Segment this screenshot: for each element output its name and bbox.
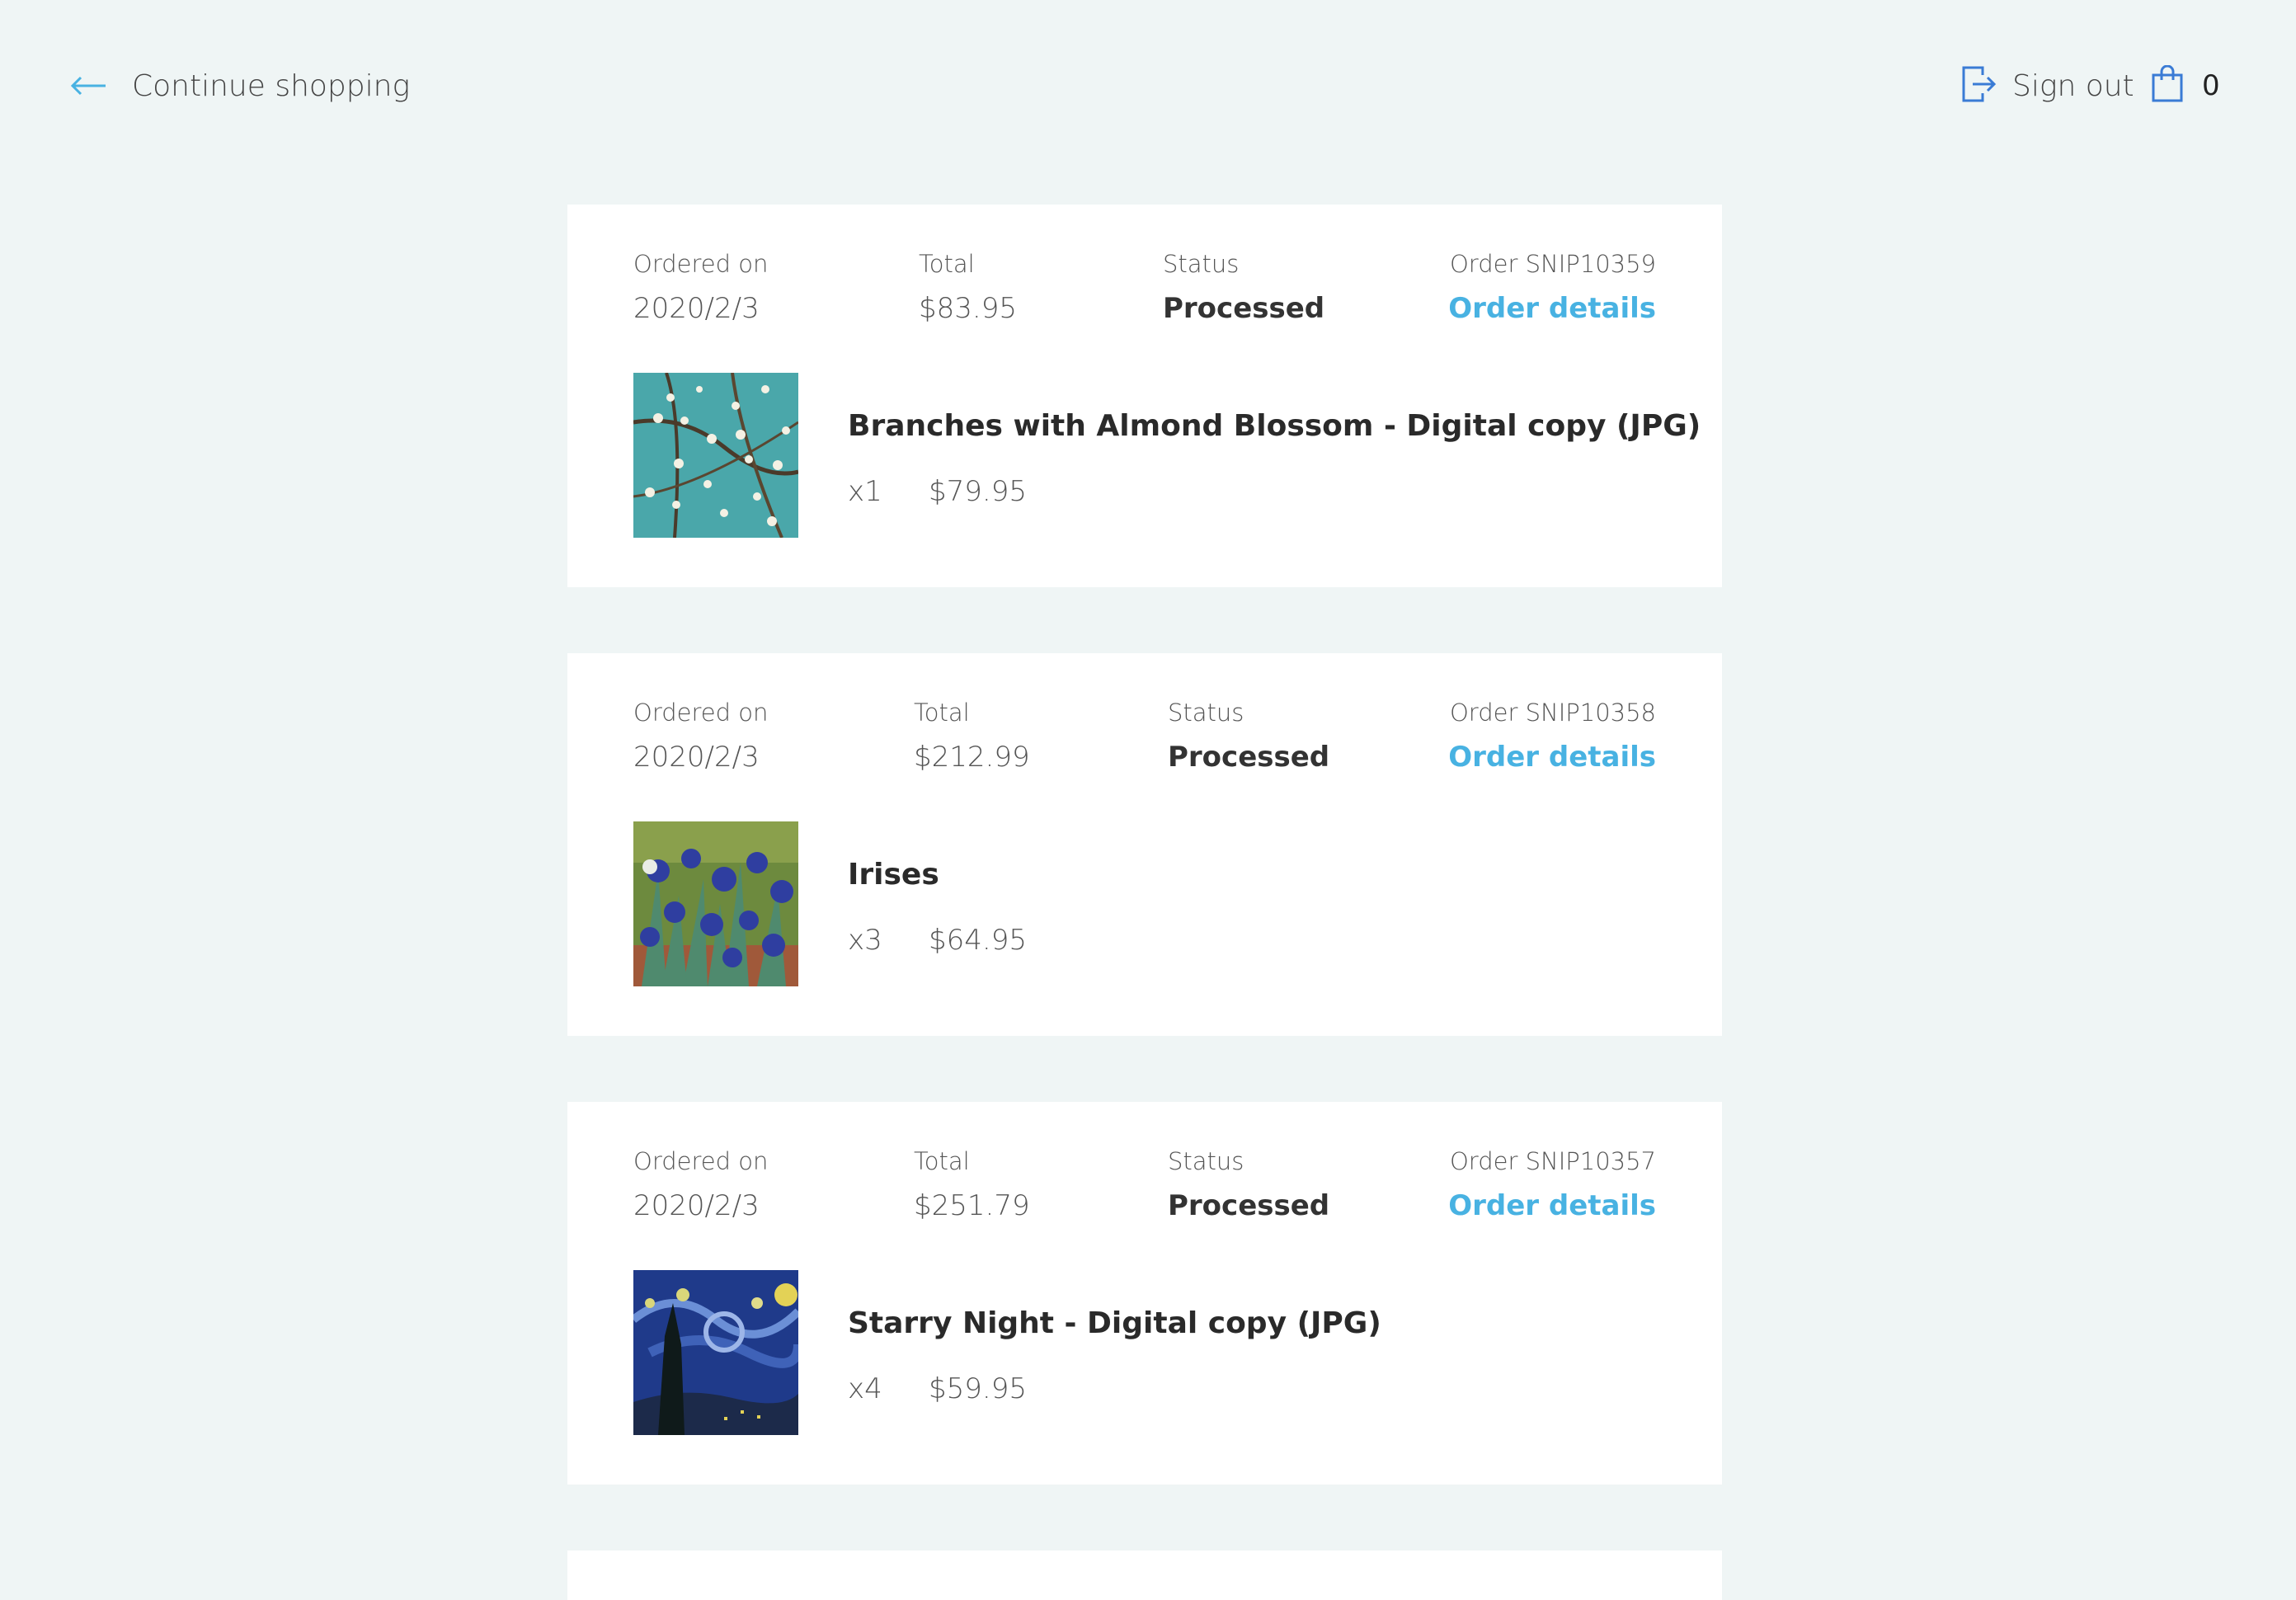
item-price: $79.95 bbox=[929, 475, 1027, 508]
status-column: Status Processed bbox=[1168, 1146, 1329, 1224]
sign-out-button[interactable]: Sign out bbox=[1961, 63, 2134, 109]
cart-button[interactable]: 0 bbox=[2151, 63, 2220, 109]
sign-out-label: Sign out bbox=[2012, 68, 2134, 103]
ordered-on-label: Ordered on bbox=[633, 250, 769, 278]
shopping-bag-icon bbox=[2151, 64, 2184, 106]
order-id: Order SNIP10357 bbox=[1449, 1147, 1656, 1175]
total-column: Total $212.99 bbox=[914, 698, 1030, 775]
ordered-on-label: Ordered on bbox=[633, 1147, 769, 1175]
continue-shopping-label: Continue shopping bbox=[132, 68, 411, 103]
ordered-on-column: Ordered on 2020/2/3 bbox=[633, 1146, 768, 1224]
arrow-left-icon bbox=[71, 76, 107, 96]
order-id-column: Order SNIP10357 Order details bbox=[1448, 1146, 1656, 1224]
order-status: Processed bbox=[1163, 292, 1325, 325]
item-title[interactable]: Starry Night - Digital copy (JPG) bbox=[848, 1305, 1381, 1343]
item-meta: x1 $79.95 bbox=[848, 473, 1027, 510]
order-status: Processed bbox=[1168, 741, 1330, 774]
cart-count: 0 bbox=[2202, 69, 2220, 102]
item-quantity: x1 bbox=[848, 475, 882, 508]
order-total: $212.99 bbox=[914, 741, 1030, 774]
orders-list: Ordered on 2020/2/3 Total $83.95 Status … bbox=[567, 205, 1722, 1600]
order-total: $83.95 bbox=[919, 292, 1017, 325]
status-column: Status Processed bbox=[1163, 249, 1324, 327]
order-id: Order SNIP10358 bbox=[1449, 699, 1656, 727]
ordered-on-label: Ordered on bbox=[633, 699, 769, 727]
item-meta: x3 $64.95 bbox=[848, 922, 1027, 958]
total-column: Total $251.79 bbox=[914, 1146, 1030, 1224]
item-meta: x4 $59.95 bbox=[848, 1371, 1027, 1407]
status-label: Status bbox=[1168, 1147, 1244, 1175]
order-details-link[interactable]: Order details bbox=[1448, 1188, 1656, 1224]
item-price: $59.95 bbox=[929, 1372, 1027, 1405]
sign-out-icon bbox=[1961, 65, 1997, 106]
item-title[interactable]: Irises bbox=[848, 856, 939, 894]
order-total: $251.79 bbox=[914, 1189, 1030, 1222]
almond-blossom-thumbnail bbox=[633, 373, 798, 538]
order-date: 2020/2/3 bbox=[633, 1189, 760, 1222]
order-card bbox=[567, 1551, 1722, 1600]
continue-shopping-link[interactable]: Continue shopping bbox=[71, 63, 410, 109]
order-details-link[interactable]: Order details bbox=[1448, 739, 1656, 775]
item-title[interactable]: Branches with Almond Blossom - Digital c… bbox=[848, 407, 1701, 445]
total-label: Total bbox=[914, 699, 970, 727]
status-column: Status Processed bbox=[1168, 698, 1329, 775]
order-id: Order SNIP10359 bbox=[1449, 250, 1656, 278]
order-card: Ordered on 2020/2/3 Total $251.79 Status… bbox=[567, 1102, 1722, 1485]
status-label: Status bbox=[1168, 699, 1244, 727]
total-label: Total bbox=[914, 1147, 970, 1175]
order-id-column: Order SNIP10358 Order details bbox=[1448, 698, 1656, 775]
status-label: Status bbox=[1163, 250, 1240, 278]
item-quantity: x4 bbox=[848, 1372, 882, 1405]
order-card: Ordered on 2020/2/3 Total $83.95 Status … bbox=[567, 205, 1722, 587]
top-bar: Continue shopping Sign out 0 bbox=[0, 0, 2296, 173]
item-quantity: x3 bbox=[848, 924, 882, 957]
total-column: Total $83.95 bbox=[919, 249, 1017, 327]
ordered-on-column: Ordered on 2020/2/3 bbox=[633, 698, 768, 775]
item-price: $64.95 bbox=[929, 924, 1027, 957]
order-id-column: Order SNIP10359 Order details bbox=[1448, 249, 1656, 327]
ordered-on-column: Ordered on 2020/2/3 bbox=[633, 249, 768, 327]
order-card: Ordered on 2020/2/3 Total $212.99 Status… bbox=[567, 653, 1722, 1036]
starry-night-thumbnail bbox=[633, 1270, 798, 1435]
order-date: 2020/2/3 bbox=[633, 292, 760, 325]
order-details-link[interactable]: Order details bbox=[1448, 290, 1656, 327]
order-date: 2020/2/3 bbox=[633, 741, 760, 774]
total-label: Total bbox=[919, 250, 975, 278]
irises-thumbnail bbox=[633, 821, 798, 986]
order-status: Processed bbox=[1168, 1189, 1330, 1222]
